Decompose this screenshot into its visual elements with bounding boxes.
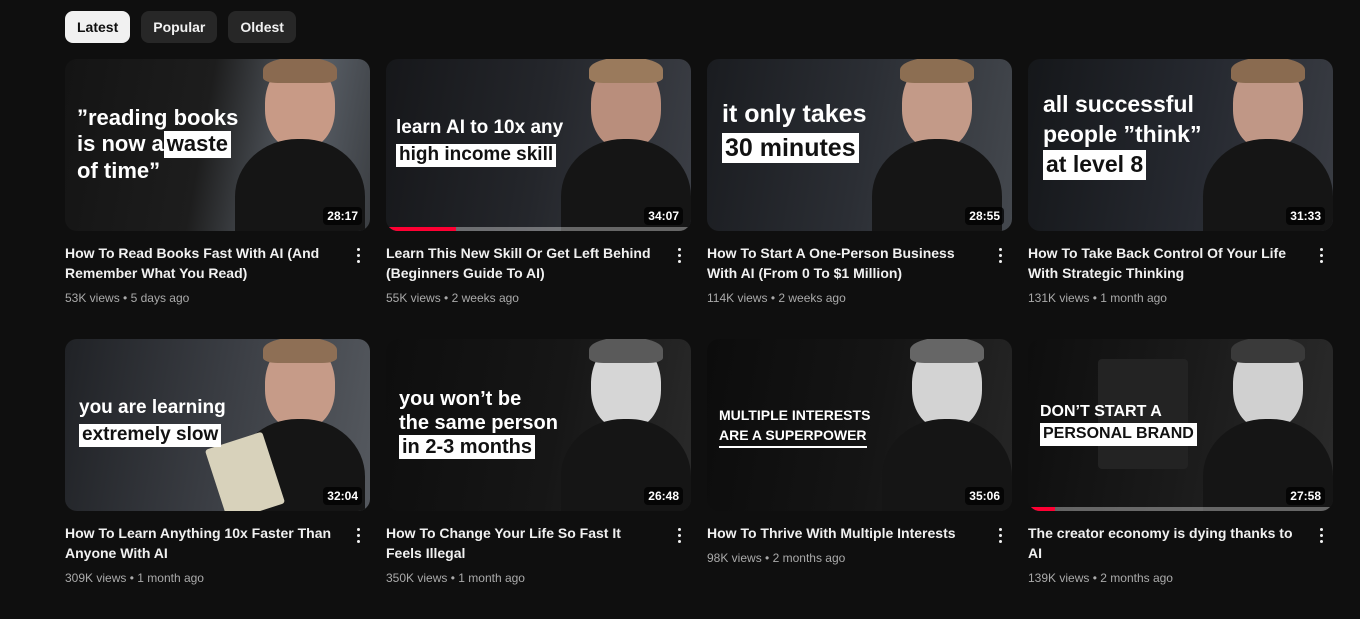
view-count: 53K views xyxy=(65,291,120,305)
view-count: 350K views xyxy=(386,571,448,585)
duration-badge: 35:06 xyxy=(965,487,1004,505)
video-title[interactable]: The creator economy is dying thanks to A… xyxy=(1028,523,1299,563)
duration-badge: 28:55 xyxy=(965,207,1004,225)
thumbnail-person xyxy=(1203,339,1333,511)
video-card: DON’T START A PERSONAL BRAND 27:58 The c… xyxy=(1028,339,1333,619)
video-stats: 114K views • 2 weeks ago xyxy=(707,289,978,307)
stats-separator: • xyxy=(1092,571,1097,585)
stats-separator: • xyxy=(1092,291,1097,305)
thumbnail-text: it only takes 30 minutes xyxy=(722,100,867,163)
more-vert-icon[interactable] xyxy=(667,523,691,547)
video-title[interactable]: How To Take Back Control Of Your Life Wi… xyxy=(1028,243,1299,283)
upload-age: 2 weeks ago xyxy=(778,291,846,305)
video-stats: 131K views • 1 month ago xyxy=(1028,289,1299,307)
upload-age: 2 months ago xyxy=(1100,571,1173,585)
thumbnail-text: all successful people ”think” at level 8 xyxy=(1043,90,1201,180)
more-vert-icon[interactable] xyxy=(667,243,691,267)
filter-chip-oldest[interactable]: Oldest xyxy=(228,11,296,43)
stats-separator: • xyxy=(450,571,455,585)
video-card: it only takes 30 minutes 28:55 How To St… xyxy=(707,59,1012,339)
more-vert-icon[interactable] xyxy=(346,243,370,267)
thumbnail-text: ”reading books is now a waste of time” xyxy=(77,105,239,183)
watch-progress xyxy=(1028,507,1056,511)
more-vert-icon[interactable] xyxy=(988,523,1012,547)
video-grid: ”reading books is now a waste of time” 2… xyxy=(65,59,1333,619)
thumbnail-person xyxy=(1203,59,1333,231)
video-thumbnail[interactable]: DON’T START A PERSONAL BRAND 27:58 xyxy=(1028,339,1333,511)
video-card: all successful people ”think” at level 8… xyxy=(1028,59,1333,339)
more-vert-icon[interactable] xyxy=(988,243,1012,267)
video-card: ”reading books is now a waste of time” 2… xyxy=(65,59,370,339)
video-card: you won’t be the same person in 2-3 mont… xyxy=(386,339,691,619)
video-stats: 98K views • 2 months ago xyxy=(707,549,978,567)
more-vert-icon[interactable] xyxy=(1309,243,1333,267)
view-count: 139K views xyxy=(1028,571,1090,585)
thumbnail-text: you won’t be the same person in 2-3 mont… xyxy=(399,388,558,459)
filter-chip-latest[interactable]: Latest xyxy=(65,11,131,43)
thumbnail-text: learn AI to 10x any high income skill xyxy=(396,117,564,167)
video-title[interactable]: How To Start A One-Person Business With … xyxy=(707,243,978,283)
view-count: 55K views xyxy=(386,291,441,305)
upload-age: 1 month ago xyxy=(137,571,204,585)
video-title[interactable]: How To Thrive With Multiple Interests xyxy=(707,523,978,543)
filter-chip-popular[interactable]: Popular xyxy=(141,11,218,43)
video-card: you are learning extremely slow 32:04 Ho… xyxy=(65,339,370,619)
thumbnail-text: MULTIPLE INTERESTS ARE A SUPERPOWER xyxy=(719,405,870,448)
thumbnail-text: DON’T START A PERSONAL BRAND xyxy=(1040,401,1197,446)
upload-age: 2 months ago xyxy=(772,551,846,565)
view-count: 131K views xyxy=(1028,291,1090,305)
duration-badge: 32:04 xyxy=(323,487,362,505)
more-vert-icon[interactable] xyxy=(1309,523,1333,547)
duration-badge: 34:07 xyxy=(644,207,683,225)
thumbnail-person xyxy=(561,339,691,511)
video-stats: 139K views • 2 months ago xyxy=(1028,569,1299,587)
video-thumbnail[interactable]: MULTIPLE INTERESTS ARE A SUPERPOWER 35:0… xyxy=(707,339,1012,511)
duration-badge: 26:48 xyxy=(644,487,683,505)
video-stats: 309K views • 1 month ago xyxy=(65,569,336,587)
upload-age: 1 month ago xyxy=(1100,291,1167,305)
stats-separator: • xyxy=(123,291,128,305)
video-thumbnail[interactable]: all successful people ”think” at level 8… xyxy=(1028,59,1333,231)
video-thumbnail[interactable]: learn AI to 10x any high income skill 34… xyxy=(386,59,691,231)
upload-age: 5 days ago xyxy=(130,291,190,305)
watch-progress-track xyxy=(1028,507,1333,511)
video-stats: 53K views • 5 days ago xyxy=(65,289,336,307)
video-title[interactable]: How To Read Books Fast With AI (And Reme… xyxy=(65,243,336,283)
view-count: 98K views xyxy=(707,551,762,565)
thumbnail-text: you are learning extremely slow xyxy=(79,397,226,447)
video-title[interactable]: How To Change Your Life So Fast It Feels… xyxy=(386,523,657,563)
watch-progress xyxy=(386,227,457,231)
video-card: learn AI to 10x any high income skill 34… xyxy=(386,59,691,339)
view-count: 309K views xyxy=(65,571,127,585)
duration-badge: 27:58 xyxy=(1286,487,1325,505)
duration-badge: 28:17 xyxy=(323,207,362,225)
thumbnail-person xyxy=(882,339,1012,511)
video-stats: 55K views • 2 weeks ago xyxy=(386,289,657,307)
video-card: MULTIPLE INTERESTS ARE A SUPERPOWER 35:0… xyxy=(707,339,1012,619)
video-thumbnail[interactable]: it only takes 30 minutes 28:55 xyxy=(707,59,1012,231)
thumbnail-person xyxy=(872,59,1002,231)
video-stats: 350K views • 1 month ago xyxy=(386,569,657,587)
stats-separator: • xyxy=(770,291,776,305)
filter-chips: Latest Popular Oldest xyxy=(65,11,296,43)
stats-separator: • xyxy=(765,551,770,565)
duration-badge: 31:33 xyxy=(1286,207,1325,225)
video-thumbnail[interactable]: ”reading books is now a waste of time” 2… xyxy=(65,59,370,231)
thumbnail-person xyxy=(235,59,365,231)
video-title[interactable]: Learn This New Skill Or Get Left Behind … xyxy=(386,243,657,283)
view-count: 114K views xyxy=(707,291,768,305)
stats-separator: • xyxy=(444,291,449,305)
more-vert-icon[interactable] xyxy=(346,523,370,547)
thumbnail-person xyxy=(561,59,691,231)
stats-separator: • xyxy=(129,571,134,585)
video-thumbnail[interactable]: you won’t be the same person in 2-3 mont… xyxy=(386,339,691,511)
video-title[interactable]: How To Learn Anything 10x Faster Than An… xyxy=(65,523,336,563)
upload-age: 2 weeks ago xyxy=(451,291,519,305)
upload-age: 1 month ago xyxy=(458,571,525,585)
video-thumbnail[interactable]: you are learning extremely slow 32:04 xyxy=(65,339,370,511)
